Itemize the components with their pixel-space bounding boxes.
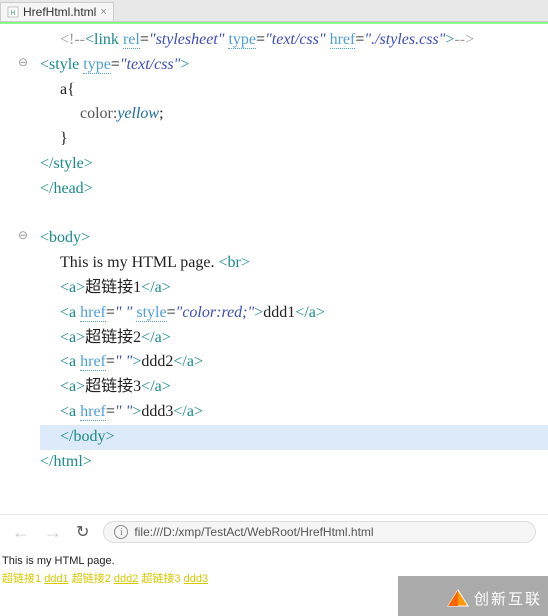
html-file-icon: H bbox=[7, 6, 19, 18]
code-line[interactable] bbox=[40, 202, 548, 227]
browser-toolbar: ← → ↻ i file:///D:/xmp/TestAct/WebRoot/H… bbox=[0, 514, 548, 549]
close-icon[interactable]: × bbox=[100, 6, 106, 18]
code-line[interactable]: <!--<link rel="stylesheet" type="text/cs… bbox=[40, 28, 548, 53]
rendered-link[interactable]: ddd1 bbox=[44, 573, 68, 585]
code-line[interactable]: This is my HTML page. <br> bbox=[40, 251, 548, 276]
page-body-text: This is my HTML page. bbox=[2, 555, 540, 567]
code-line[interactable]: <a>超链接3</a> bbox=[40, 375, 548, 400]
info-icon[interactable]: i bbox=[114, 525, 128, 539]
code-line[interactable]: </html> bbox=[40, 450, 548, 475]
code-line[interactable]: </style> bbox=[40, 152, 548, 177]
code-line[interactable]: <a>超链接2</a> bbox=[40, 326, 548, 351]
editor-tab[interactable]: H HrefHtml.html × bbox=[0, 2, 114, 21]
watermark-logo: 创新互联 bbox=[444, 586, 542, 610]
logo-icon bbox=[444, 586, 472, 610]
svg-text:H: H bbox=[10, 10, 15, 17]
watermark-text: 创新互联 bbox=[474, 588, 542, 609]
tab-filename: HrefHtml.html bbox=[23, 5, 96, 19]
fold-icon[interactable]: ⊖ bbox=[18, 53, 28, 72]
code-line[interactable]: color:yellow; bbox=[40, 102, 548, 127]
code-line[interactable]: <a href=" " style="color:red;">ddd1</a> bbox=[40, 301, 548, 326]
code-line[interactable]: } bbox=[40, 127, 548, 152]
code-line[interactable]: </head> bbox=[40, 177, 548, 202]
code-line[interactable]: <a>超链接1</a> bbox=[40, 276, 548, 301]
code-line[interactable]: ⊖<body> bbox=[40, 226, 548, 251]
code-line[interactable]: a{ bbox=[40, 78, 548, 103]
url-text: file:///D:/xmp/TestAct/WebRoot/HrefHtml.… bbox=[134, 525, 373, 539]
rendered-link[interactable]: 超链接1 bbox=[2, 573, 41, 585]
rendered-link[interactable]: 超链接3 bbox=[141, 573, 180, 585]
code-line[interactable]: <a href=" ">ddd2</a> bbox=[40, 350, 548, 375]
rendered-link[interactable]: 超链接2 bbox=[72, 573, 111, 585]
rendered-page: This is my HTML page. 超链接1 ddd1 超链接2 ddd… bbox=[0, 549, 548, 616]
url-bar[interactable]: i file:///D:/xmp/TestAct/WebRoot/HrefHtm… bbox=[103, 521, 536, 543]
code-line[interactable]: </body> bbox=[40, 425, 548, 450]
rendered-link[interactable]: ddd3 bbox=[184, 573, 208, 585]
reload-button[interactable]: ↻ bbox=[76, 522, 89, 542]
editor-tab-bar: H HrefHtml.html × bbox=[0, 0, 548, 22]
code-line[interactable]: <a href=" ">ddd3</a> bbox=[40, 400, 548, 425]
code-editor[interactable]: <!--<link rel="stylesheet" type="text/cs… bbox=[0, 22, 548, 484]
rendered-link[interactable]: ddd2 bbox=[114, 573, 138, 585]
code-line[interactable]: ⊖<style type="text/css"> bbox=[40, 53, 548, 78]
fold-icon[interactable]: ⊖ bbox=[18, 226, 28, 245]
forward-button[interactable]: → bbox=[44, 522, 62, 543]
back-button[interactable]: ← bbox=[12, 522, 30, 543]
